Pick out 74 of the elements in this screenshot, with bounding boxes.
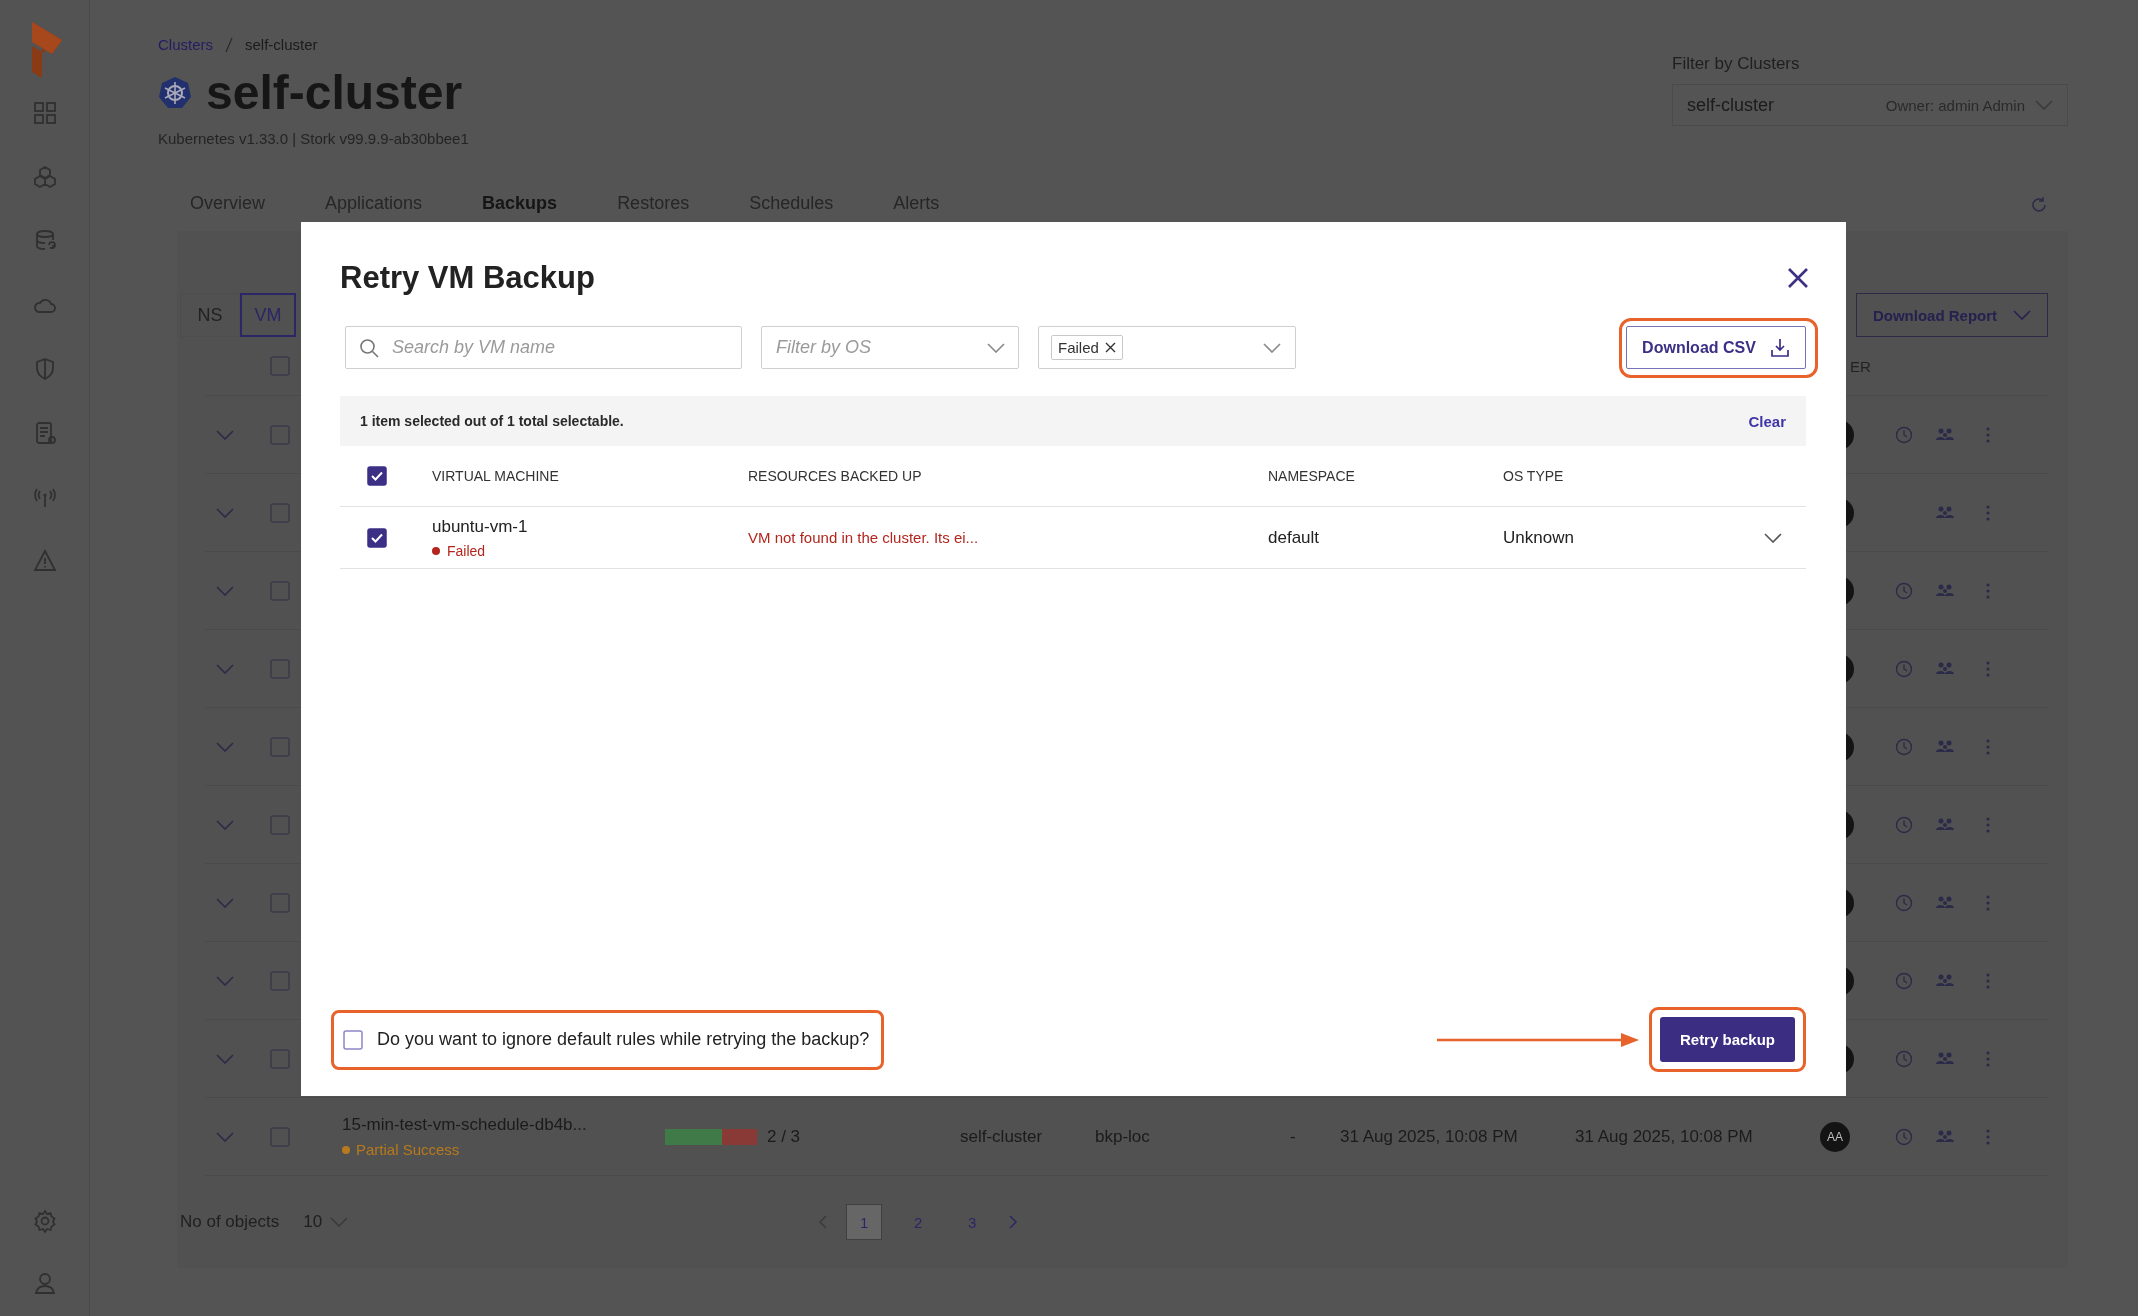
download-csv-button[interactable]: Download CSV	[1626, 326, 1806, 369]
people-icon[interactable]	[1935, 738, 1955, 755]
more-options-icon[interactable]	[1985, 971, 1991, 990]
dashboard-grid-icon[interactable]	[31, 100, 58, 126]
people-icon[interactable]	[1935, 582, 1955, 599]
people-icon[interactable]	[1935, 504, 1955, 521]
more-options-icon[interactable]	[1985, 1049, 1991, 1068]
more-options-icon[interactable]	[1985, 815, 1991, 834]
os-filter-dropdown[interactable]: Filter by OS	[761, 326, 1019, 369]
status-label: Failed	[432, 542, 748, 559]
clock-icon[interactable]	[1895, 1049, 1913, 1068]
avatar: AA	[1820, 1121, 1850, 1152]
more-options-icon[interactable]	[1985, 1127, 1991, 1146]
column-header: VIRTUAL MACHINE	[432, 468, 560, 484]
more-options-icon[interactable]	[1985, 737, 1991, 756]
clock-icon[interactable]	[1895, 1127, 1913, 1146]
clock-icon[interactable]	[1895, 971, 1913, 990]
download-icon	[1769, 337, 1790, 358]
clock-icon[interactable]	[1895, 815, 1913, 834]
breadcrumb-current: self-cluster	[245, 36, 318, 53]
chevron-down-icon[interactable]	[2013, 310, 2032, 320]
vm-name: ubuntu-vm-1	[432, 516, 529, 537]
breadcrumb-link[interactable]: Clusters	[158, 36, 213, 53]
chevron-down-icon[interactable]	[1263, 342, 1281, 353]
column-header: NAMESPACE	[1268, 468, 1356, 484]
ignore-rules-label: Do you want to ignore default rules while retrying the backup?	[377, 1029, 870, 1050]
page-title: self-cluster	[206, 65, 463, 120]
filter-chip[interactable]: Failed	[1051, 335, 1123, 360]
more-options-icon[interactable]	[1985, 893, 1991, 912]
table-cell-text: Unknown	[1503, 527, 1575, 548]
people-icon[interactable]	[1935, 1128, 1955, 1145]
settings-icon[interactable]	[31, 1208, 58, 1234]
more-options-icon[interactable]	[1985, 503, 1991, 522]
table-cell: -	[1290, 1126, 1296, 1147]
checkbox[interactable]	[367, 466, 387, 486]
chevron-down-icon[interactable]	[987, 342, 1005, 353]
expand-chevron-icon[interactable]	[1764, 532, 1782, 543]
status-label: Partial Success	[342, 1141, 460, 1158]
close-button[interactable]	[1786, 266, 1810, 290]
people-icon[interactable]	[1935, 1050, 1955, 1067]
people-icon[interactable]	[1935, 660, 1955, 677]
more-options-icon[interactable]	[1985, 425, 1991, 444]
more-options-icon[interactable]	[1985, 581, 1991, 600]
clock-icon[interactable]	[1895, 581, 1913, 600]
people-icon[interactable]	[1935, 816, 1955, 833]
table-cell-text: default	[1268, 527, 1321, 548]
clock-icon[interactable]	[1895, 425, 1913, 444]
people-icon[interactable]	[1935, 426, 1955, 443]
people-icon[interactable]	[1935, 894, 1955, 911]
more-options-icon[interactable]	[1985, 659, 1991, 678]
remove-icon[interactable]	[1104, 342, 1116, 353]
clock-icon[interactable]	[1895, 659, 1913, 678]
selection-summary: 1 item selected out of 1 total selectable.	[360, 413, 624, 429]
checkbox[interactable]	[367, 527, 387, 548]
next-page-icon[interactable]	[1008, 1215, 1019, 1229]
chevron-down-icon[interactable]	[2035, 100, 2053, 110]
status-filter-dropdown[interactable]: Failed	[1038, 326, 1296, 369]
clear-link[interactable]: Clear	[1748, 412, 1786, 430]
kubernetes-wheel-icon	[158, 75, 192, 110]
column-header: OS TYPE	[1503, 468, 1565, 484]
people-icon[interactable]	[1935, 972, 1955, 989]
checkbox[interactable]	[343, 1029, 363, 1050]
breadcrumb-separator-icon	[225, 36, 233, 53]
column-header: RESOURCES BACKED UP	[748, 468, 923, 484]
search-icon	[359, 337, 379, 358]
clock-icon[interactable]	[1895, 893, 1913, 912]
error-message: VM not found in the cluster. Its ei...	[748, 529, 980, 546]
retry-backup-button[interactable]: Retry backup	[1659, 1017, 1795, 1062]
page-button[interactable]: 1	[846, 1204, 883, 1240]
search-field[interactable]: Search by VM name	[345, 326, 742, 369]
dialog-title: Retry VM Backup	[340, 260, 595, 296]
refresh-icon[interactable]	[2030, 196, 2048, 214]
clock-icon[interactable]	[1895, 737, 1913, 756]
warning-icon[interactable]	[31, 548, 58, 574]
